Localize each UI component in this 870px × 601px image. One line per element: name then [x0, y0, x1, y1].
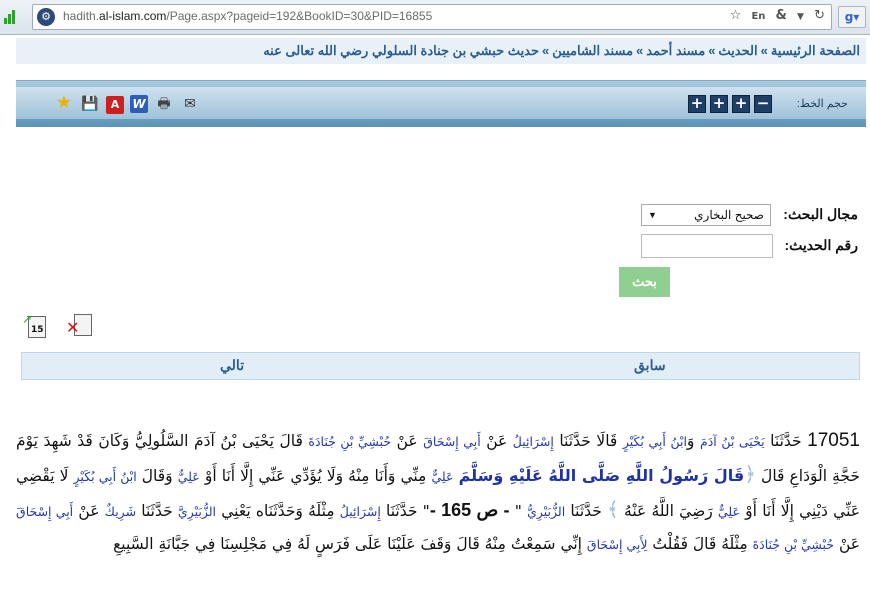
save-icon[interactable]: 💾 — [80, 95, 100, 113]
breadcrumb-current[interactable]: حديث حبشي بن جنادة السلولي رضي الله تعال… — [263, 43, 539, 58]
print-icon[interactable]: 🖶 — [154, 95, 174, 113]
narrator-link[interactable]: عَلِيٌّ — [431, 469, 453, 484]
narrator-link[interactable]: حُبْشِيِّ بْنِ جُنَادَةَ — [753, 537, 834, 552]
narrator-link[interactable]: عَلِيٌّ — [718, 504, 740, 519]
address-bar[interactable]: ⚙ hadith.al-islam.com/Page.aspx?pageid=1… — [32, 4, 832, 30]
narrator-link[interactable]: أَبِي إِسْحَاقَ — [16, 504, 73, 519]
search-field-select[interactable]: صحيح البخاري ▼ — [641, 204, 771, 226]
breadcrumb-musnad-shamiyyin[interactable]: مسند الشاميين — [552, 43, 633, 58]
narrator-link[interactable]: إِسْرَائِيلُ — [513, 434, 554, 449]
narrator-link[interactable]: الزُّبَيْرِيَّ — [178, 504, 216, 519]
hadith-number: 17051 — [807, 430, 860, 451]
page-toolbar: ★ 💾 A W 🖶 ✉ + + + − حجم الخط: — [16, 80, 866, 127]
breadcrumb-home[interactable]: الصفحة الرئيسية — [771, 43, 860, 58]
next-link[interactable]: تالي — [220, 357, 244, 374]
signal-icon — [4, 8, 18, 24]
narrator-link[interactable]: لِأَبِي إِسْحَاقَ — [587, 537, 648, 552]
refresh-icon[interactable]: ↻ — [814, 8, 825, 23]
browser-toolbar: ⚙ hadith.al-islam.com/Page.aspx?pageid=1… — [0, 0, 870, 35]
font-increase-button[interactable]: + — [710, 95, 728, 113]
narrator-link[interactable]: ابْنُ أَبِي بُكَيْرٍ — [74, 469, 137, 484]
narrator-link[interactable]: يَحْيَى بْنُ آدَمَ — [700, 434, 765, 449]
pdf-icon[interactable]: A — [106, 96, 124, 114]
star-icon[interactable]: ☆ — [730, 8, 742, 23]
site-icon[interactable]: ⚙ — [37, 8, 55, 26]
narrator-link[interactable]: ابْنُ أَبِي بُكَيْرٍ — [623, 434, 687, 449]
narrator-link[interactable]: أَبِي إِسْحَاقَ — [423, 434, 480, 449]
translate-icon[interactable]: En — [751, 11, 765, 22]
search-field-label: مجال البحث: — [783, 206, 858, 222]
narrator-link[interactable]: عَلِيٌّ — [178, 469, 200, 484]
narrator-link[interactable]: شَرِيكٌ — [105, 504, 136, 519]
breadcrumb: الصفحة الرئيسية»الحديث»مسند أحمد»مسند ال… — [16, 38, 866, 64]
page-marker: - ص 165 - — [429, 500, 510, 520]
prophet-saying: قَالَ رَسُولُ اللَّهِ صَلَّى اللَّهُ عَل… — [458, 466, 745, 485]
hadith-text: 17051 حَدَّثَنَا يَحْيَى بْنُ آدَمَ وَاب… — [16, 430, 861, 553]
remove-doc-icon[interactable]: ✕ — [66, 312, 92, 338]
breadcrumb-hadith[interactable]: الحديث — [718, 43, 757, 58]
hadith-number-label: رقم الحديث: — [784, 237, 858, 253]
search-button[interactable]: بحث — [619, 267, 670, 297]
font-decrease-button[interactable]: − — [754, 95, 772, 113]
font-increase-button[interactable]: + — [732, 95, 750, 113]
breadcrumb-musnad-ahmad[interactable]: مسند أحمد — [646, 43, 705, 58]
google-icon[interactable]: g▾ — [838, 6, 866, 28]
narrator-link[interactable]: حُبْشِيِّ بْنِ جُنَادَةَ — [308, 434, 391, 449]
font-size-label: حجم الخط: — [796, 98, 848, 110]
previous-link[interactable]: سابق — [634, 357, 666, 374]
hadith-number-input[interactable] — [641, 234, 773, 258]
calendar-doc-icon[interactable]: ↗ 15 — [22, 312, 48, 338]
ornament-open: ﴿ — [744, 462, 756, 486]
narrator-link[interactable]: إِسْرَائِيلُ — [340, 504, 381, 519]
ornament-close: ﴾ — [607, 497, 619, 521]
word-icon[interactable]: W — [130, 95, 148, 113]
star-icon[interactable]: ★ — [54, 94, 74, 112]
dropdown-icon[interactable]: ▼ — [797, 12, 804, 22]
url-text[interactable]: hadith.al-islam.com/Page.aspx?pageid=192… — [63, 9, 432, 23]
mail-icon[interactable]: ✉ — [180, 95, 200, 113]
narrator-link[interactable]: الزُّبَيْرِيُّ — [527, 504, 565, 519]
ampersand-icon[interactable]: & — [776, 8, 787, 23]
font-increase-button[interactable]: + — [688, 95, 706, 113]
chevron-down-icon[interactable]: ▼ — [648, 205, 657, 225]
hadith-nav: تالي سابق — [21, 352, 860, 380]
